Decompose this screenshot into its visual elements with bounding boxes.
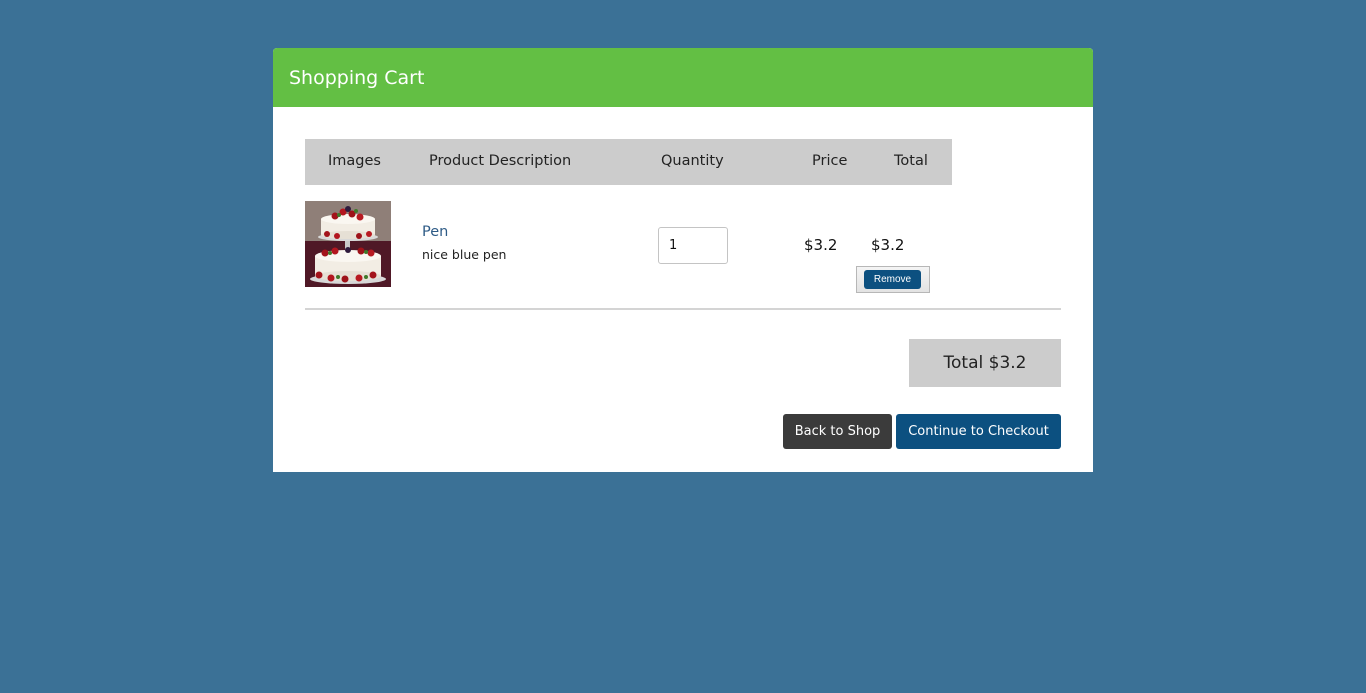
- cart-panel: Shopping Cart Images Product Description…: [273, 48, 1093, 472]
- product-image: [305, 201, 391, 287]
- item-price: $3.2: [804, 236, 838, 254]
- page-title: Shopping Cart: [289, 67, 425, 89]
- column-header-total: Total: [894, 153, 928, 169]
- column-header-quantity: Quantity: [661, 153, 724, 169]
- remove-button[interactable]: Remove: [864, 270, 921, 289]
- table-header: Images Product Description Quantity Pric…: [305, 139, 952, 185]
- continue-to-checkout-button[interactable]: Continue to Checkout: [896, 414, 1061, 449]
- column-header-price: Price: [812, 153, 848, 169]
- quantity-input[interactable]: [658, 227, 728, 264]
- panel-header: Shopping Cart: [273, 48, 1093, 107]
- remove-button-frame: Remove: [856, 266, 930, 293]
- back-to-shop-button[interactable]: Back to Shop: [783, 414, 892, 449]
- table-row: Pen nice blue pen $3.2 $3.2 Remove: [305, 201, 1061, 310]
- column-header-images: Images: [328, 153, 381, 169]
- product-description: nice blue pen: [422, 247, 507, 262]
- cake-photo-icon: [305, 201, 391, 287]
- column-header-description: Product Description: [429, 153, 572, 169]
- item-total: $3.2: [871, 236, 905, 254]
- product-name-link[interactable]: Pen: [422, 224, 448, 240]
- cart-table: Images Product Description Quantity Pric…: [305, 139, 952, 185]
- cart-total: Total $3.2: [909, 339, 1061, 387]
